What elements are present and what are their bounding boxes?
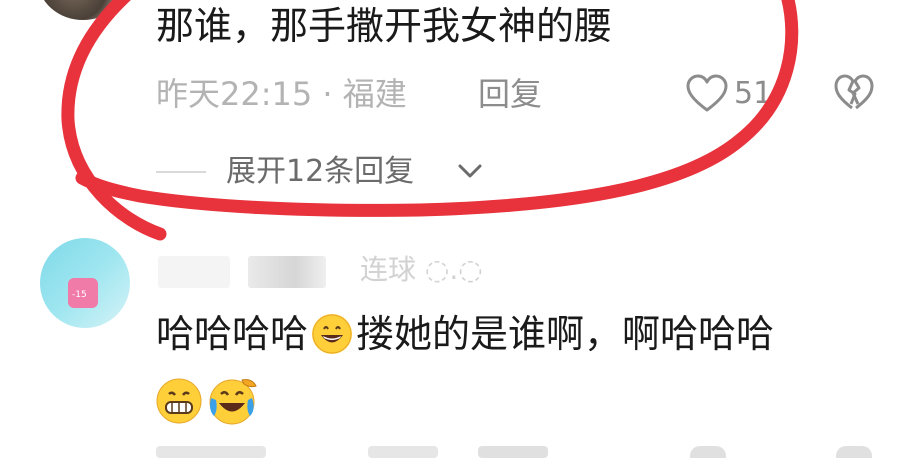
- username-blur: [248, 256, 326, 288]
- reply-button[interactable]: [478, 446, 548, 458]
- annotation-circle: [61, 0, 799, 241]
- comment-text: 哈哈哈哈 搂她的是谁啊，啊哈哈哈: [156, 312, 774, 357]
- grinning-emoji-icon: [312, 313, 353, 354]
- comment-meta: [368, 446, 438, 458]
- avatar[interactable]: -15: [40, 238, 130, 328]
- comment-meta: [156, 446, 266, 458]
- username-blur: [158, 256, 230, 288]
- comment-text-part: 搂她的是谁啊，啊哈哈哈: [356, 312, 775, 356]
- broken-heart-icon[interactable]: [836, 446, 872, 458]
- avatar-text: -15: [72, 290, 87, 300]
- username[interactable]: 连球 ◌.◌: [360, 254, 483, 286]
- grin-emoji-icon: [156, 378, 202, 424]
- heart-outline-icon[interactable]: [690, 446, 726, 458]
- laughing-crying-emoji-icon: [206, 376, 260, 426]
- comment-text-part: 哈哈哈哈: [156, 312, 309, 356]
